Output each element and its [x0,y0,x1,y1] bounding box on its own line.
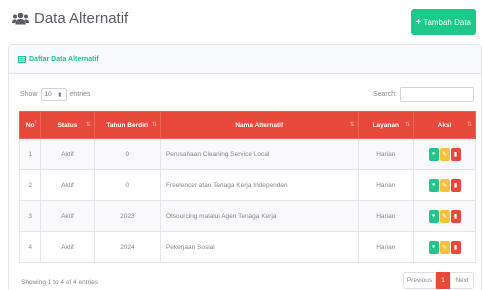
page-1-button[interactable]: 1 [436,272,450,289]
cell-status: Aktif [40,200,95,232]
search-input[interactable] [400,87,474,102]
table-row: 2 Aktif 0 Freelencer atau Tenaga Kerja I… [18,169,476,201]
cell-aksi: ● ✎ ▮ [413,138,476,170]
sort-icon: ⇅ [151,122,157,128]
column-header-aksi[interactable]: Aksi ⇅ [413,111,476,139]
edit-button[interactable]: ✎ [439,178,450,192]
delete-button[interactable]: ▮ [450,147,461,161]
cell-layanan: Harian [357,138,415,170]
eye-icon: ● [431,151,436,157]
cell-no: 2 [18,169,42,201]
edit-icon: ✎ [442,213,448,220]
cell-no: 3 [18,200,42,232]
cell-layanan: Harian [357,231,415,263]
view-button[interactable]: ● [428,147,439,161]
page-title: Data Alternatif [12,10,128,27]
cell-nama: Otsourcing malalui Agen Tenaga Kerja [159,200,359,232]
edit-icon: ✎ [442,244,448,251]
delete-button[interactable]: ▮ [450,178,461,192]
column-header-status[interactable]: Status ⇅ [40,111,95,139]
search-control: Search: [373,87,474,102]
sort-icon: ⇅ [349,122,355,128]
cell-no: 1 [18,138,42,170]
cell-aksi: ● ✎ ▮ [413,231,476,263]
add-data-button[interactable]: + Tambah Data [410,9,476,35]
search-label: Search: [372,91,397,98]
view-button[interactable]: ● [428,240,439,254]
cell-aksi: ● ✎ ▮ [413,200,476,232]
sort-icon: ⇅ [85,122,91,128]
trash-icon: ▮ [453,182,458,189]
entries-select[interactable]: 10 ⬍ [40,88,67,101]
cell-aksi: ● ✎ ▮ [413,169,476,201]
cell-layanan: Harian [357,200,415,232]
table-header-row: No ↑ Status ⇅ Tahun Berdiri ⇅ Nama Alternat… [18,111,476,139]
delete-button[interactable]: ▮ [450,209,461,223]
users-icon [12,12,29,25]
length-control: Show 10 ⬍ entries [20,88,91,101]
entries-label: entries [69,91,91,98]
delete-button[interactable]: ▮ [450,240,461,254]
eye-icon: ● [431,244,436,250]
plus-icon: + [415,16,422,28]
table-info: Showing 1 to 4 of 4 entries [21,279,98,286]
cell-nama: Freelencer atau Tenaga Kerja Independen [159,169,359,201]
column-header-no[interactable]: No ↑ [18,111,42,139]
card-title: Daftar Data Alternatif [29,55,99,63]
table-row: 3 Aktif 2023 Otsourcing malalui Agen Ten… [18,200,476,232]
column-header-layanan[interactable]: Layanan ⇅ [357,111,415,139]
cell-status: Aktif [40,169,95,201]
previous-page-button[interactable]: Previous [403,272,436,289]
cell-nama: Perusahaan Cleaning Service Local [159,138,359,170]
cell-tahun: 0 [93,169,161,201]
trash-icon: ▮ [453,244,458,251]
cell-nama: Pekerjaan Sosial [159,231,359,263]
cell-no: 4 [18,231,42,263]
edit-icon: ✎ [442,182,448,189]
edit-icon: ✎ [442,151,448,158]
cell-tahun: 2024 [93,231,161,263]
sort-icon: ⇅ [405,122,411,128]
table-row: 4 Aktif 2024 Pekerjaan Sosial Harian ● ✎… [18,231,476,263]
edit-button[interactable]: ✎ [439,147,450,161]
eye-icon: ● [431,213,436,219]
data-card: Daftar Data Alternatif Show 10 ⬍ entries… [8,44,482,290]
card-header: Daftar Data Alternatif [9,45,481,74]
table-controls: Show 10 ⬍ entries Search: [9,85,481,105]
show-label: Show [20,91,38,98]
select-arrows-icon: ⬍ [57,91,63,99]
sort-icon: ↑ [34,119,38,126]
view-button[interactable]: ● [428,178,439,192]
table-row: 1 Aktif 0 Perusahaan Cleaning Service Lo… [18,138,476,170]
cell-status: Aktif [40,231,95,263]
alternatives-table: No ↑ Status ⇅ Tahun Berdiri ⇅ Nama Alternat… [18,111,476,263]
cell-status: Aktif [40,138,95,170]
edit-button[interactable]: ✎ [439,209,450,223]
column-header-tahun-berdiri[interactable]: Tahun Berdiri ⇅ [93,111,161,139]
cell-tahun: 0 [93,138,161,170]
table-icon [18,50,26,68]
cell-layanan: Harian [357,169,415,201]
view-button[interactable]: ● [428,209,439,223]
page-header: Data Alternatif + Tambah Data [8,6,476,36]
pagination: Previous 1 Next [403,272,474,289]
trash-icon: ▮ [453,213,458,220]
column-header-nama-alternatif[interactable]: Nama Alternatif ⇅ [159,111,359,139]
add-data-label: Tambah Data [423,17,471,27]
trash-icon: ▮ [453,151,458,158]
cell-tahun: 2023 [93,200,161,232]
sort-icon: ⇅ [466,122,472,128]
page-title-text: Data Alternatif [34,10,129,27]
next-page-button[interactable]: Next [450,272,474,289]
entries-select-value: 10 [44,91,52,98]
eye-icon: ● [431,182,436,188]
edit-button[interactable]: ✎ [439,240,450,254]
